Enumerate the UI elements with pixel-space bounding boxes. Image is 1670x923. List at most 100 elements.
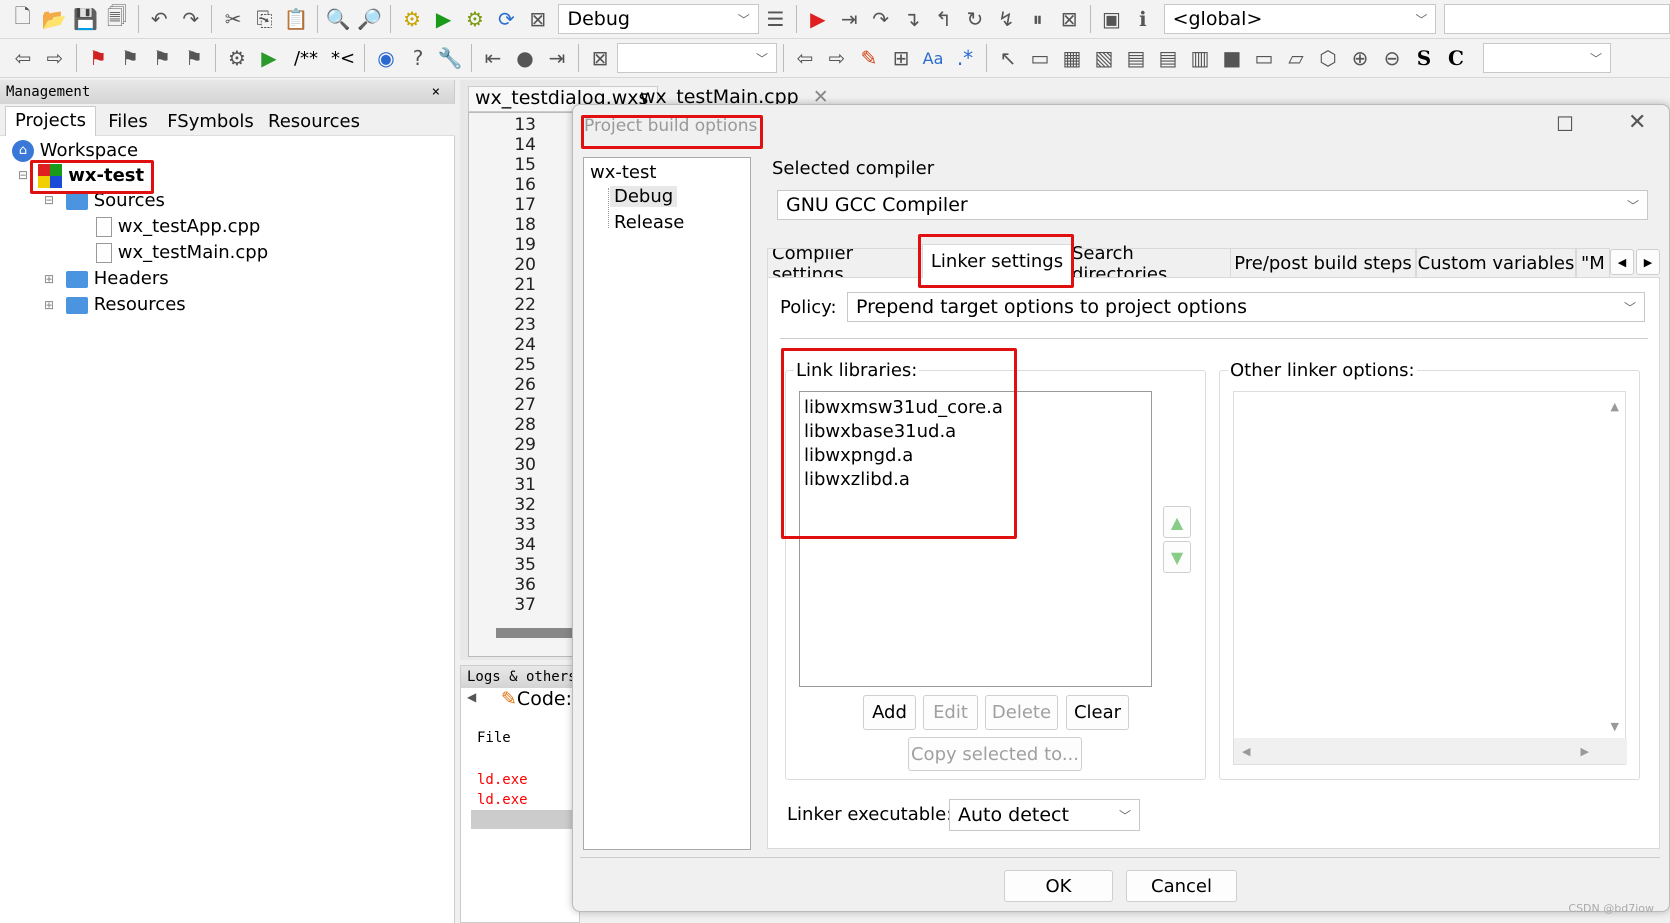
copy-icon[interactable]: ⎘ xyxy=(250,4,279,34)
tab-fsymbols[interactable]: FSymbols xyxy=(160,108,261,136)
cut-icon[interactable]: ✂ xyxy=(218,4,247,34)
prev-bookmark-icon[interactable]: ⚑ xyxy=(115,43,145,73)
highlight-icon[interactable]: ✎ xyxy=(854,43,884,73)
next-line-icon[interactable]: ↷ xyxy=(866,4,895,34)
selection-icon[interactable]: ⊞ xyxy=(886,43,916,73)
rect-icon[interactable]: ▭ xyxy=(1025,43,1055,73)
other-linker-options-textarea[interactable]: ▲ ▼ ◀ ▶ xyxy=(1233,391,1627,765)
tree-item-file[interactable]: wx_testApp.cpp xyxy=(96,216,260,237)
wrench-icon[interactable]: 🔧 xyxy=(435,43,465,73)
layout1-icon[interactable]: ▤ xyxy=(1121,43,1151,73)
edit-button[interactable]: Edit xyxy=(923,695,978,730)
c-icon[interactable]: C xyxy=(1441,43,1471,73)
build-icon[interactable]: ⚙ xyxy=(397,4,426,34)
log-row[interactable]: ld.exe xyxy=(477,772,528,788)
pause-icon[interactable]: ⏸ xyxy=(1023,4,1052,34)
s-icon[interactable]: S xyxy=(1409,43,1439,73)
clear-button[interactable]: Clear xyxy=(1066,695,1129,730)
scroll-left-icon[interactable]: ◀ xyxy=(1242,745,1250,758)
scroll-right-icon[interactable]: ▶ xyxy=(1581,745,1589,758)
target-project[interactable]: wx-test xyxy=(590,162,656,183)
globe-icon[interactable]: ◉ xyxy=(371,43,401,73)
bookmark-icon[interactable]: ⚑ xyxy=(83,43,113,73)
debug-windows-icon[interactable]: ▣ xyxy=(1097,4,1126,34)
debug-run-icon[interactable]: ▶ xyxy=(803,4,832,34)
save-icon[interactable]: 💾 xyxy=(71,4,100,34)
target-options-icon[interactable]: ☰ xyxy=(761,4,790,34)
tab-files[interactable]: Files xyxy=(96,108,160,136)
tab-search-directories[interactable]: Search directories xyxy=(1071,243,1231,285)
next-instruction-icon[interactable]: ↻ xyxy=(960,4,989,34)
tree-item-file[interactable]: wx_testMain.cpp xyxy=(96,242,268,263)
build-target-select[interactable]: Debug ﹀ xyxy=(558,4,759,34)
search-combo[interactable]: ﹀ xyxy=(617,43,777,73)
step-into-icon[interactable]: ↴ xyxy=(897,4,926,34)
move-down-icon[interactable]: ▼ xyxy=(1163,541,1191,573)
tab-resources[interactable]: Resources xyxy=(261,108,367,136)
build-run-icon[interactable]: ⚙ xyxy=(460,4,489,34)
close-icon[interactable]: × xyxy=(432,84,440,100)
tab-projects[interactable]: Projects xyxy=(5,106,96,136)
back-icon[interactable]: ⇦ xyxy=(790,43,820,73)
tree-item-resources[interactable]: Resources xyxy=(66,294,186,315)
tree-item-headers[interactable]: Headers xyxy=(66,268,169,289)
layout3-icon[interactable]: ▥ xyxy=(1185,43,1215,73)
forward-icon[interactable]: ⇨ xyxy=(40,43,70,73)
grid-icon[interactable]: ▦ xyxy=(1057,43,1087,73)
shape3-icon[interactable]: ⬡ xyxy=(1313,43,1343,73)
scroll-left-icon[interactable]: ◀ xyxy=(467,690,476,704)
clear-bookmarks-icon[interactable]: ⚑ xyxy=(179,43,209,73)
linker-executable-select[interactable]: Auto detect ﹀ xyxy=(949,799,1140,831)
tab-more[interactable]: "M xyxy=(1576,248,1610,278)
collapse-icon[interactable]: ⊟ xyxy=(18,168,28,182)
log-row[interactable]: ld.exe xyxy=(477,792,528,808)
grid2-icon[interactable]: ▧ xyxy=(1089,43,1119,73)
tab-scroll-right-icon[interactable]: ▶ xyxy=(1636,249,1660,275)
pointer-icon[interactable]: ↖ xyxy=(993,43,1023,73)
match-case-icon[interactable]: Aa xyxy=(918,43,948,73)
undo-icon[interactable]: ↶ xyxy=(145,4,174,34)
policy-select[interactable]: Prepend target options to project option… xyxy=(847,292,1645,322)
cancel-button[interactable]: Cancel xyxy=(1126,870,1237,902)
expand-icon[interactable]: ⊞ xyxy=(44,298,54,312)
compiler-select[interactable]: GNU GCC Compiler ﹀ xyxy=(777,190,1648,220)
info-icon[interactable]: ℹ xyxy=(1128,4,1157,34)
next-bookmark-icon[interactable]: ⚑ xyxy=(147,43,177,73)
collapse-icon[interactable]: ⊟ xyxy=(44,193,54,207)
scope-select[interactable]: <global> ﹀ xyxy=(1163,4,1437,34)
redo-icon[interactable]: ↷ xyxy=(176,4,205,34)
close-icon[interactable]: ✕ xyxy=(1628,110,1646,135)
run-icon[interactable]: ▶ xyxy=(429,4,458,34)
jump-back-icon[interactable]: ⇤ xyxy=(478,43,508,73)
regex-icon[interactable]: .* xyxy=(950,43,980,73)
run-doxy-icon[interactable]: ▶ xyxy=(254,43,284,73)
step-into-instruction-icon[interactable]: ↯ xyxy=(992,4,1021,34)
jump-forward-icon[interactable]: ⇥ xyxy=(542,43,572,73)
scroll-down-icon[interactable]: ▼ xyxy=(1611,720,1619,733)
add-button[interactable]: Add xyxy=(863,695,916,730)
back-icon[interactable]: ⇦ xyxy=(8,43,38,73)
replace-icon[interactable]: 🔎 xyxy=(355,4,384,34)
zoom-out-icon[interactable]: ⊖ xyxy=(1377,43,1407,73)
layout4-icon[interactable]: ■ xyxy=(1217,43,1247,73)
doc-comment-button[interactable]: /** xyxy=(286,43,326,73)
maximize-icon[interactable]: ☐ xyxy=(1556,112,1574,136)
expand-icon[interactable]: ⊞ xyxy=(44,272,54,286)
delete-button[interactable]: Delete xyxy=(985,695,1058,730)
zoom-in-icon[interactable]: ⊕ xyxy=(1345,43,1375,73)
logs-tab-code[interactable]: ✎Code: xyxy=(501,688,572,710)
rebuild-icon[interactable]: ⟳ xyxy=(492,4,521,34)
ok-button[interactable]: OK xyxy=(1004,870,1113,902)
symbol-select[interactable] xyxy=(1444,4,1670,34)
layout2-icon[interactable]: ▤ xyxy=(1153,43,1183,73)
tab-scroll-left-icon[interactable]: ◀ xyxy=(1610,249,1634,275)
doxy-icon[interactable]: ⚙ xyxy=(222,43,252,73)
run-to-cursor-icon[interactable]: ⇥ xyxy=(835,4,864,34)
shape2-icon[interactable]: ▱ xyxy=(1281,43,1311,73)
circle-icon[interactable]: ● xyxy=(510,43,540,73)
zoom-combo[interactable]: ﹀ xyxy=(1483,43,1611,73)
move-up-icon[interactable]: ▲ xyxy=(1163,506,1191,538)
line-comment-button[interactable]: *< xyxy=(328,43,358,73)
tab-custom-variables[interactable]: Custom variables xyxy=(1416,248,1576,278)
scroll-up-icon[interactable]: ▲ xyxy=(1611,400,1619,413)
